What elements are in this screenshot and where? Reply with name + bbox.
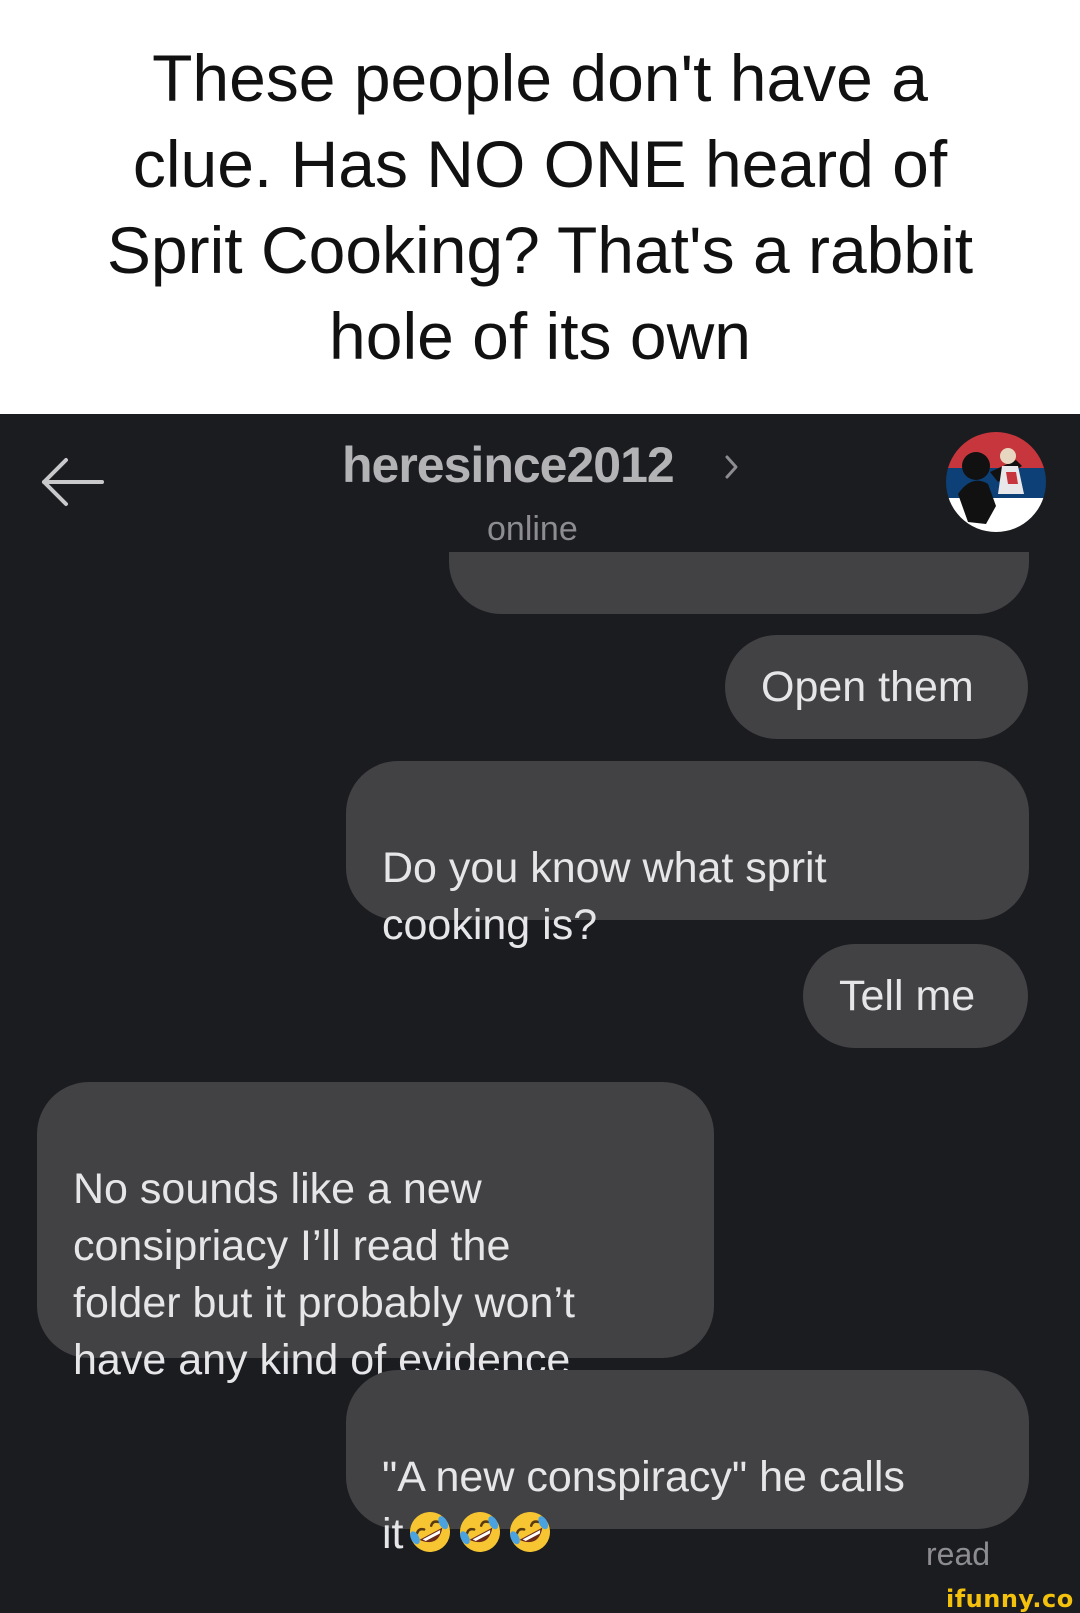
message-text: Open them xyxy=(761,662,974,711)
online-status: online xyxy=(487,510,578,548)
message-bubble-outgoing[interactable]: LOOK AT THE FOLDERS xyxy=(449,552,1029,614)
back-button[interactable] xyxy=(36,446,108,518)
caption-text: These people don't have a clue. Has NO O… xyxy=(106,41,974,373)
message-bubble-outgoing[interactable]: Open them xyxy=(725,635,1028,739)
message-bubble-incoming[interactable]: No sounds like a new consipriacy I’ll re… xyxy=(37,1082,714,1384)
chevron-right-icon[interactable] xyxy=(722,452,742,482)
rolling-on-floor-laughing-icon xyxy=(409,1512,450,1552)
message-bubble-outgoing[interactable]: Tell me xyxy=(803,944,1028,1048)
contact-name[interactable]: heresince2012 xyxy=(342,436,675,494)
message-list[interactable]: LOOK AT THE FOLDERS Open them Do you kno… xyxy=(0,552,1080,1613)
profile-avatar xyxy=(946,432,1046,532)
message-bubble-outgoing[interactable]: "A new conspiracy" he calls it xyxy=(346,1370,1029,1558)
rolling-on-floor-laughing-icon xyxy=(459,1512,500,1552)
avatar[interactable] xyxy=(946,432,1046,532)
message-text: No sounds like a new consipriacy I’ll re… xyxy=(73,1165,575,1384)
message-bubble-outgoing[interactable]: Do you know what sprit cooking is? xyxy=(346,761,1029,949)
read-receipt: read xyxy=(926,1536,991,1572)
ifunny-watermark: ifunny.co xyxy=(946,1585,1074,1613)
rolling-on-floor-laughing-icon xyxy=(509,1512,550,1552)
chat-header: heresince2012 online xyxy=(0,414,1080,552)
message-text: LOOK AT THE FOLDERS xyxy=(485,552,1015,563)
message-text: Tell me xyxy=(839,971,976,1020)
message-text: Do you know what sprit cooking is? xyxy=(382,844,827,949)
meme-caption: These people don't have a clue. Has NO O… xyxy=(0,0,1080,414)
arrow-left-icon xyxy=(42,458,104,506)
